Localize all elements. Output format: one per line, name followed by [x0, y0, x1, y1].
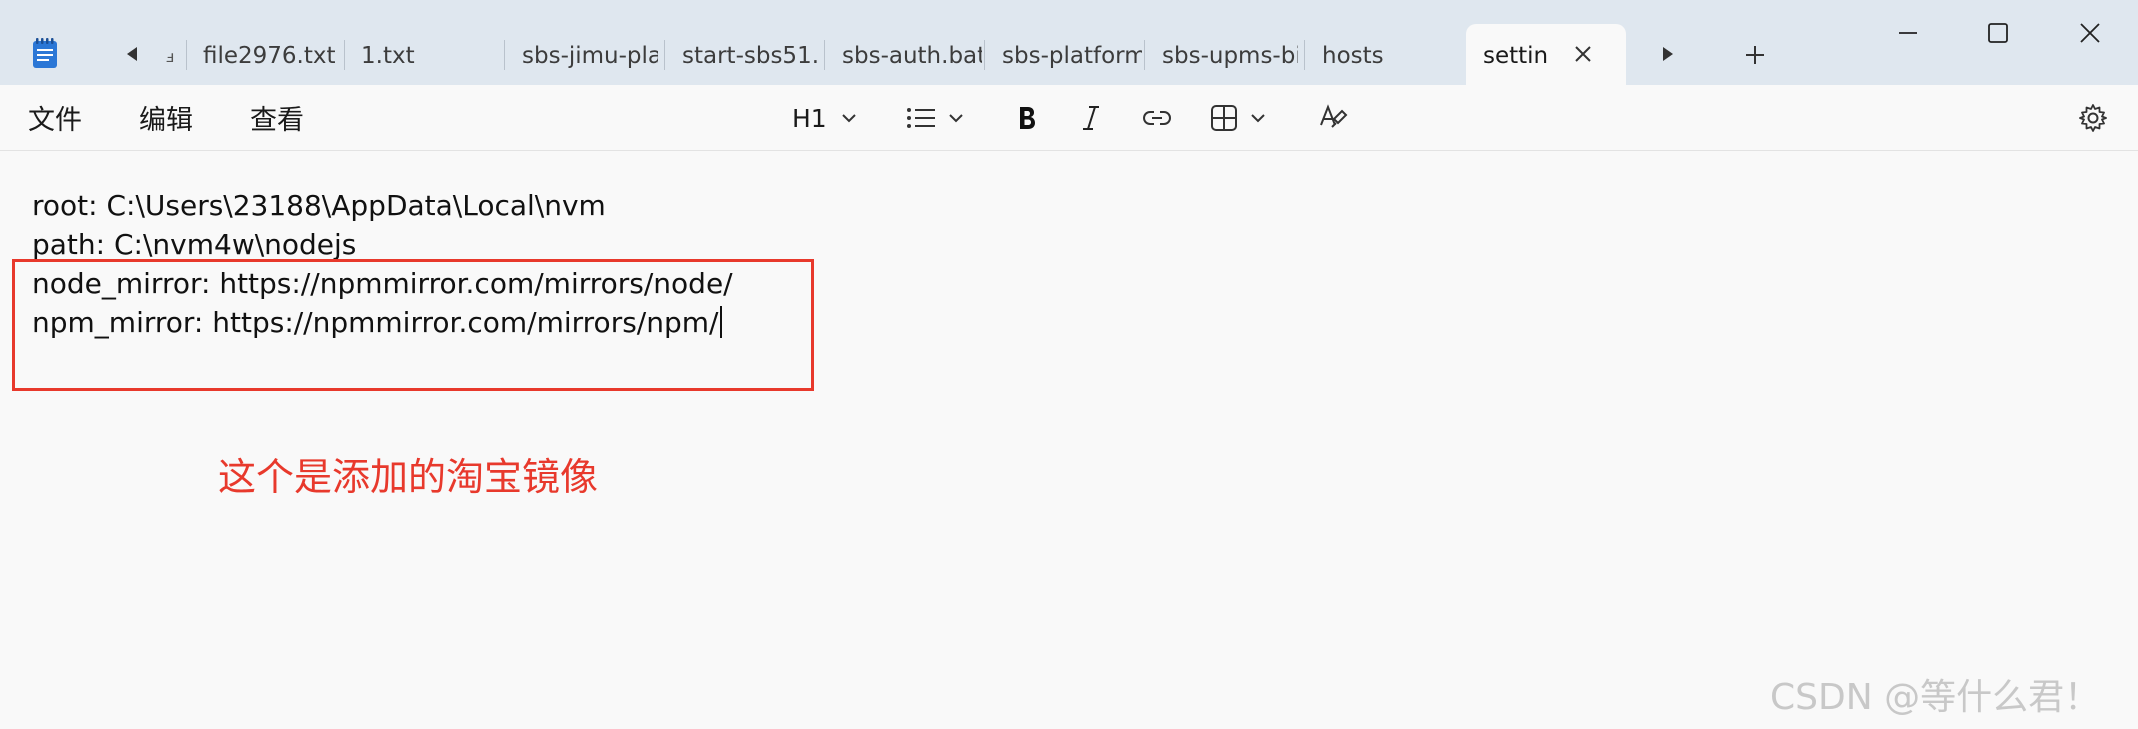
link-button[interactable] [1142, 103, 1172, 133]
tab-label: file2976.txt [203, 43, 336, 69]
heading-dropdown[interactable]: H1 [792, 103, 857, 133]
minimize-button[interactable] [1893, 18, 1923, 48]
close-window-button[interactable] [2075, 18, 2105, 48]
watermark-text: CSDN @等什么君！ [1770, 677, 2101, 718]
menu-file[interactable]: 文件 [28, 99, 82, 136]
tab-label: start-sbs51.b [682, 43, 818, 69]
scroll-tabs-right-button[interactable] [1658, 44, 1678, 64]
settings-button[interactable] [2078, 103, 2108, 133]
maximize-button[interactable] [1983, 18, 2013, 48]
text-line-path: path: C:\nvm4w\nodejs [32, 225, 356, 263]
tab-file2976[interactable]: file2976.txt [203, 38, 353, 74]
tab-sbs-jimu-pla[interactable]: sbs-jimu-pla [522, 38, 658, 74]
tab-separator [504, 40, 505, 70]
chevron-down-icon [842, 114, 856, 123]
table-icon [1211, 105, 1237, 131]
tab-separator [186, 40, 187, 70]
bold-button[interactable] [1016, 103, 1038, 133]
tab-separator [1144, 40, 1145, 70]
menu-edit[interactable]: 编辑 [139, 99, 193, 136]
menu-view[interactable]: 查看 [250, 99, 304, 136]
text-line-root: root: C:\Users\23188\AppData\Local\nvm [32, 186, 606, 224]
tab-start-sbs51[interactable]: start-sbs51.b [682, 38, 818, 74]
plus-icon [1746, 46, 1764, 64]
highlight-annotation-box [12, 259, 814, 391]
heading-label: H1 [792, 103, 827, 133]
text-line-path-content: path: C:\nvm4w\nodejs [32, 227, 357, 261]
italic-icon [1083, 106, 1099, 130]
triangle-right-icon [1663, 47, 1673, 61]
new-tab-button[interactable] [1742, 42, 1768, 68]
chevron-down-icon [949, 114, 963, 123]
tab-active-label: settin [1483, 43, 1549, 69]
triangle-left-icon [127, 47, 137, 61]
tab-collapsed[interactable]: ⅎ [166, 38, 184, 74]
clear-formatting-icon [1320, 104, 1348, 128]
table-dropdown[interactable] [1210, 103, 1266, 133]
annotation-text: 这个是添加的淘宝镜像 [218, 455, 599, 499]
clear-formatting-button[interactable] [1318, 103, 1348, 133]
tab-collapsed-label: ⅎ [166, 46, 175, 66]
list-dropdown[interactable] [906, 103, 964, 133]
tab-label: 1.txt [361, 43, 415, 69]
minimize-icon [1899, 32, 1917, 34]
tab-label: hosts [1322, 43, 1384, 69]
tab-separator [1304, 40, 1305, 70]
title-tab-bar: ⅎ file2976.txt 1.txt sbs-jimu-pla start-… [0, 0, 2138, 86]
notepad-app-icon [33, 38, 57, 68]
tab-hosts[interactable]: hosts [1322, 38, 1442, 74]
bulleted-list-icon [907, 108, 935, 128]
tab-separator [824, 40, 825, 70]
gear-icon [2079, 104, 2107, 132]
text-line-root-content: root: C:\Users\23188\AppData\Local\nvm [32, 188, 606, 222]
chevron-down-icon [1251, 114, 1265, 123]
close-tab-icon[interactable] [1571, 42, 1595, 66]
tab-label: sbs-platform [1002, 43, 1142, 69]
maximize-icon [1988, 23, 2008, 43]
italic-button[interactable] [1080, 103, 1102, 133]
tab-sbs-upms-bi[interactable]: sbs-upms-bi [1162, 38, 1298, 74]
scroll-tabs-left-button[interactable] [122, 44, 142, 64]
link-icon [1143, 111, 1171, 125]
tab-separator [664, 40, 665, 70]
tab-label: sbs-jimu-pla [522, 43, 658, 69]
tab-separator [984, 40, 985, 70]
notepad-window: ⅎ file2976.txt 1.txt sbs-jimu-pla start-… [0, 0, 2138, 729]
tab-sbs-platform[interactable]: sbs-platform [1002, 38, 1142, 74]
tab-label: sbs-upms-bi [1162, 43, 1298, 69]
tab-separator [344, 40, 345, 70]
close-icon [2080, 23, 2100, 43]
menu-toolbar: 文件 编辑 查看 H1 [0, 85, 2138, 151]
bold-icon [1020, 107, 1035, 129]
tab-label: sbs-auth.bat [842, 43, 982, 69]
tab-sbs-auth-bat[interactable]: sbs-auth.bat [842, 38, 982, 74]
tab-1-txt[interactable]: 1.txt [361, 38, 501, 74]
